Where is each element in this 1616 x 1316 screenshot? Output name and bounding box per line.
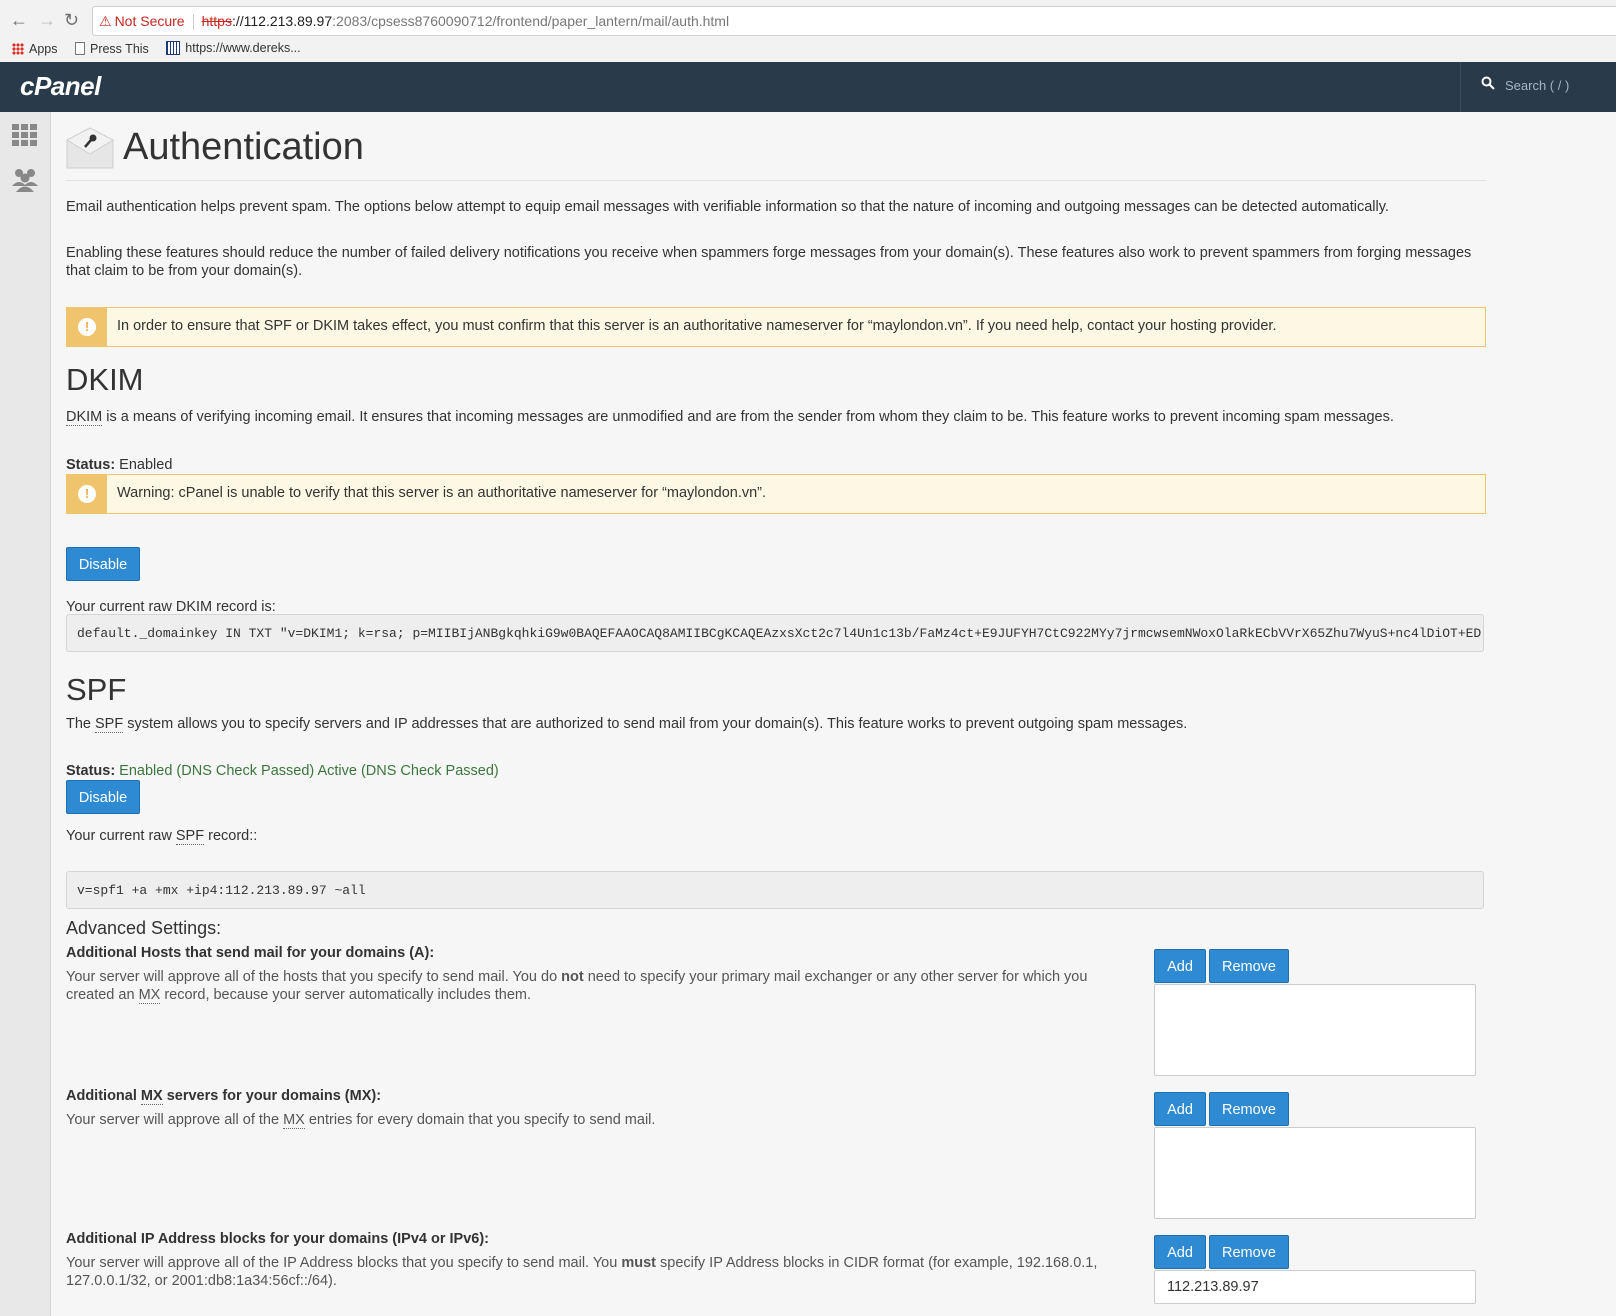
- bookmark-apps[interactable]: Apps: [12, 39, 58, 59]
- hosts-add-button[interactable]: Add: [1154, 949, 1206, 983]
- additional-ip-description: Your server will approve all of the IP A…: [66, 1255, 1098, 1289]
- spf-description: The SPF system allows you to specify ser…: [66, 716, 1188, 733]
- ip-remove-button[interactable]: Remove: [1209, 1235, 1289, 1269]
- apps-grid-icon: [12, 43, 24, 55]
- mx-remove-button[interactable]: Remove: [1209, 1092, 1289, 1126]
- users-icon[interactable]: [10, 164, 40, 194]
- bookmark-press-this[interactable]: Press This: [74, 39, 149, 59]
- mx-add-button[interactable]: Add: [1154, 1092, 1206, 1126]
- back-icon[interactable]: ←: [10, 9, 28, 31]
- search-box[interactable]: Search ( / ): [1460, 62, 1616, 112]
- spf-record-label: Your current raw SPF record::: [66, 828, 258, 845]
- dkim-status: Status: Enabled: [66, 457, 173, 473]
- sidebar: [0, 112, 51, 1316]
- dkim-disable-button[interactable]: Disable: [66, 547, 140, 581]
- dkim-abbr: DKIM: [66, 409, 103, 426]
- page-title: Authentication: [123, 126, 364, 168]
- bookmarks-bar: Apps Press This https://www.dereks...: [12, 38, 315, 61]
- reload-icon[interactable]: ↻: [64, 9, 79, 31]
- url-host: ://112.213.89.97: [231, 13, 333, 29]
- hosts-list[interactable]: [1154, 984, 1476, 1076]
- bookmark-dereks[interactable]: https://www.dereks...: [166, 38, 301, 58]
- cpanel-topbar: cPanel Search ( / ): [0, 62, 1616, 112]
- cpanel-logo[interactable]: cPanel: [20, 71, 101, 102]
- dkim-description: DKIM is a means of verifying incoming em…: [66, 409, 1394, 426]
- additional-mx-description: Your server will approve all of the MX e…: [66, 1112, 656, 1129]
- advanced-settings-heading: Advanced Settings:: [66, 918, 222, 938]
- dkim-warning-text: Warning: cPanel is unable to verify that…: [117, 485, 767, 501]
- intro-paragraph-2: Enabling these features should reduce th…: [66, 245, 1472, 279]
- additional-hosts-description: Your server will approve all of the host…: [66, 969, 1088, 1004]
- spf-heading: SPF: [66, 672, 127, 707]
- browser-chrome: ← → ↻ ⚠ Not Secure https://112.213.89.97:2…: [0, 0, 1616, 63]
- alert-text: In order to ensure that SPF or DKIM take…: [117, 318, 1277, 334]
- home-grid-icon[interactable]: [10, 120, 40, 150]
- security-label: Not Secure: [114, 13, 185, 29]
- additional-ip-title: Additional IP Address blocks for your do…: [66, 1231, 490, 1247]
- spf-disable-button[interactable]: Disable: [66, 780, 140, 814]
- spf-status: Status: Enabled (DNS Check Passed) Activ…: [66, 763, 499, 779]
- exclamation-icon: !: [78, 485, 96, 503]
- intro-paragraph: Email authentication helps prevent spam.…: [66, 199, 1389, 215]
- forward-icon[interactable]: →: [38, 9, 56, 31]
- address-bar[interactable]: ⚠ Not Secure https://112.213.89.97:2083/cp…: [92, 6, 1616, 36]
- additional-hosts-title: Additional Hosts that send mail for your…: [66, 945, 435, 961]
- dkim-warning: ! Warning: cPanel is unable to verify th…: [66, 474, 1486, 514]
- spf-record-field[interactable]: v=spf1 +a +mx +ip4:112.213.89.97 ~all: [66, 871, 1484, 909]
- dkim-heading: DKIM: [66, 362, 144, 397]
- warning-triangle-icon: ⚠: [99, 13, 112, 29]
- url-scheme: https: [201, 13, 232, 29]
- email-key-icon: [66, 127, 114, 169]
- page-header: Authentication: [66, 124, 1486, 181]
- hosts-remove-button[interactable]: Remove: [1209, 949, 1289, 983]
- additional-mx-title: Additional MX servers for your domains (…: [66, 1088, 382, 1105]
- nameserver-alert: ! In order to ensure that SPF or DKIM ta…: [66, 307, 1486, 347]
- site-favicon-icon: [166, 41, 181, 55]
- search-placeholder: Search ( / ): [1505, 78, 1570, 93]
- page-icon: [74, 42, 85, 55]
- url-path: :2083/cpsess8760090712/frontend/paper_la…: [332, 13, 730, 29]
- dkim-record-field[interactable]: default._domainkey IN TXT "v=DKIM1; k=rs…: [66, 614, 1484, 652]
- mx-list[interactable]: [1154, 1127, 1476, 1219]
- ip-list-item[interactable]: 112.213.89.97: [1155, 1271, 1475, 1303]
- exclamation-icon: !: [78, 318, 96, 336]
- ip-list[interactable]: 112.213.89.97: [1154, 1270, 1476, 1304]
- search-icon: [1481, 76, 1495, 90]
- ip-add-button[interactable]: Add: [1154, 1235, 1206, 1269]
- spf-abbr: SPF: [95, 716, 124, 733]
